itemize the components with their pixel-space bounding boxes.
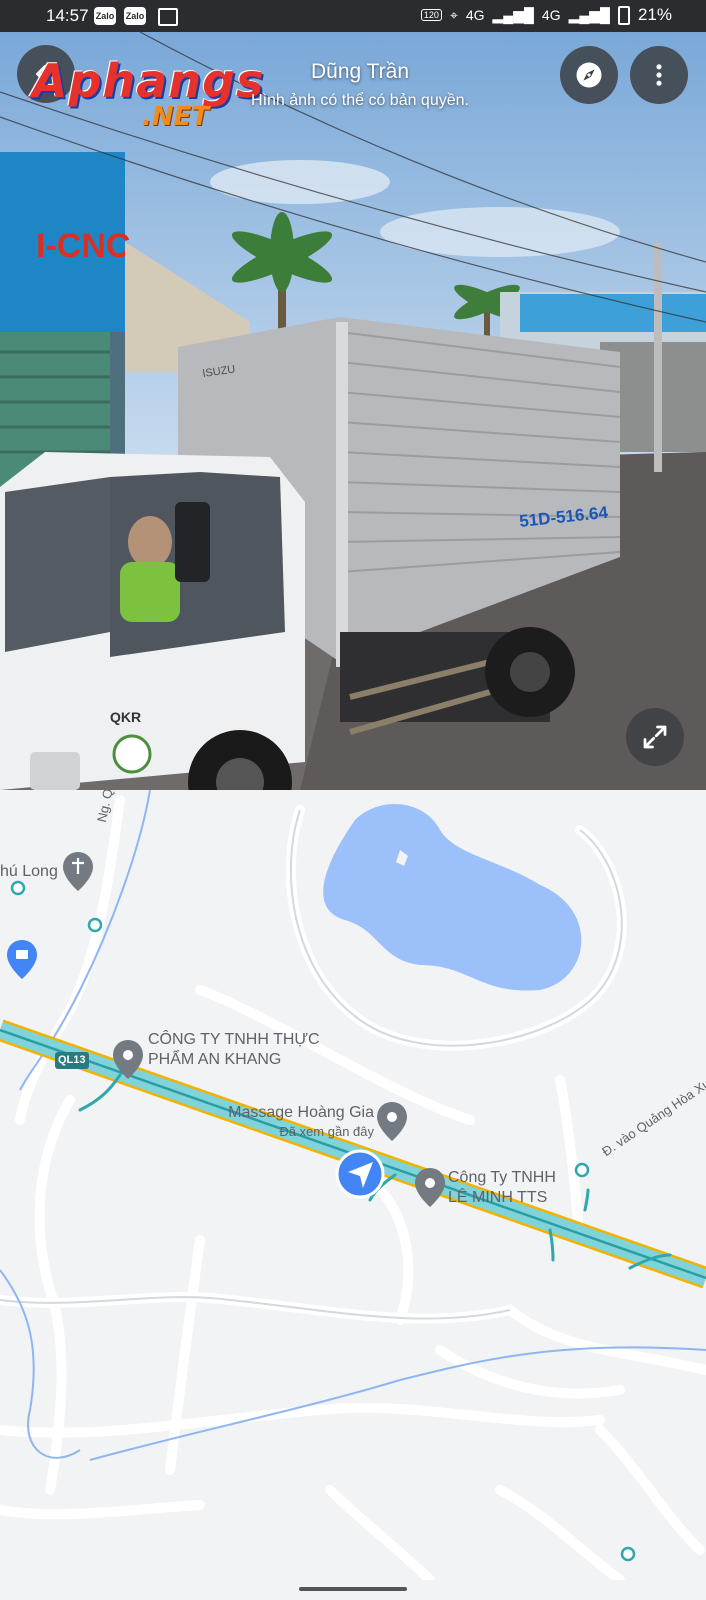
street-view-title: Dũng Trần — [310, 60, 410, 83]
copyright-notice: Hình ảnh có thể có bản quyền. — [251, 92, 469, 109]
image-icon — [158, 8, 178, 26]
poi-an-khang[interactable]: CÔNG TY TNHH THỰC PHẨM AN KHANG — [148, 1030, 320, 1070]
poi-massage-sub: Đã xem gần đây — [279, 1124, 374, 1139]
more-vert-icon — [656, 64, 662, 86]
poi-church-label[interactable]: hú Long — [0, 862, 58, 882]
gesture-bar — [0, 1580, 706, 1600]
status-bar: 14:57 Zalo Zalo 120 ⌖ 4G ▂▄▆█ 4G ▂▄▆█ 21… — [0, 0, 706, 32]
shop-sign-text: I-CNC — [36, 227, 130, 265]
network-label: 4G — [465, 7, 485, 23]
street-view-image[interactable]: I-CNC ISUZU 51D-516.64 QKR — [0, 32, 706, 790]
battery-percent: 21% — [637, 5, 672, 24]
battery-icon — [617, 5, 630, 25]
street-view-scene: I-CNC ISUZU 51D-516.64 QKR — [0, 32, 706, 790]
my-location-arrow-icon — [335, 1149, 385, 1199]
poi-le-minh-line2: LÊ MINH TTS — [448, 1189, 548, 1206]
lake — [323, 803, 582, 991]
signal-icon: ▂▄▆█ — [492, 6, 534, 23]
map-view[interactable]: QL13 Ng. Quy Đ. vào Quảng Hòa Xương hú L… — [0, 790, 706, 1580]
zalo-icon: Zalo — [124, 7, 146, 25]
more-options-button[interactable] — [630, 46, 688, 104]
signal-icon-2: ▂▄▆█ — [568, 6, 610, 23]
home-handle[interactable] — [299, 1587, 407, 1591]
pin-icon — [415, 1168, 445, 1207]
map-canvas — [0, 790, 706, 1580]
svg-text:QKR: QKR — [110, 709, 141, 725]
status-indicators: 120 ⌖ 4G ▂▄▆█ 4G ▂▄▆█ 21% — [420, 5, 672, 25]
hd-icon: 120 — [420, 9, 442, 21]
status-time: 14:57 — [46, 6, 89, 25]
zalo-icon: Zalo — [94, 7, 116, 25]
poi-le-minh[interactable]: Công Ty TNHH LÊ MINH TTS — [448, 1168, 556, 1208]
church-icon — [63, 852, 93, 891]
poi-massage[interactable]: Massage Hoàng Gia Đã xem gần đây — [224, 1103, 374, 1140]
expand-icon — [643, 725, 667, 749]
expand-button[interactable] — [626, 708, 684, 766]
poi-le-minh-line1: Công Ty TNHH — [448, 1169, 556, 1186]
location-icon: ⌖ — [449, 6, 458, 23]
poi-massage-name: Massage Hoàng Gia — [228, 1104, 374, 1121]
compass-icon — [576, 62, 602, 88]
pin-icon — [377, 1102, 407, 1141]
compass-button[interactable] — [560, 46, 618, 104]
shopping-icon — [7, 940, 37, 979]
poi-an-khang-line1: CÔNG TY TNHH THỰC — [148, 1031, 320, 1048]
road-label-ql13: QL13 — [58, 1054, 86, 1066]
poi-an-khang-line2: PHẨM AN KHANG — [148, 1051, 282, 1068]
network-label-2: 4G — [541, 7, 561, 23]
